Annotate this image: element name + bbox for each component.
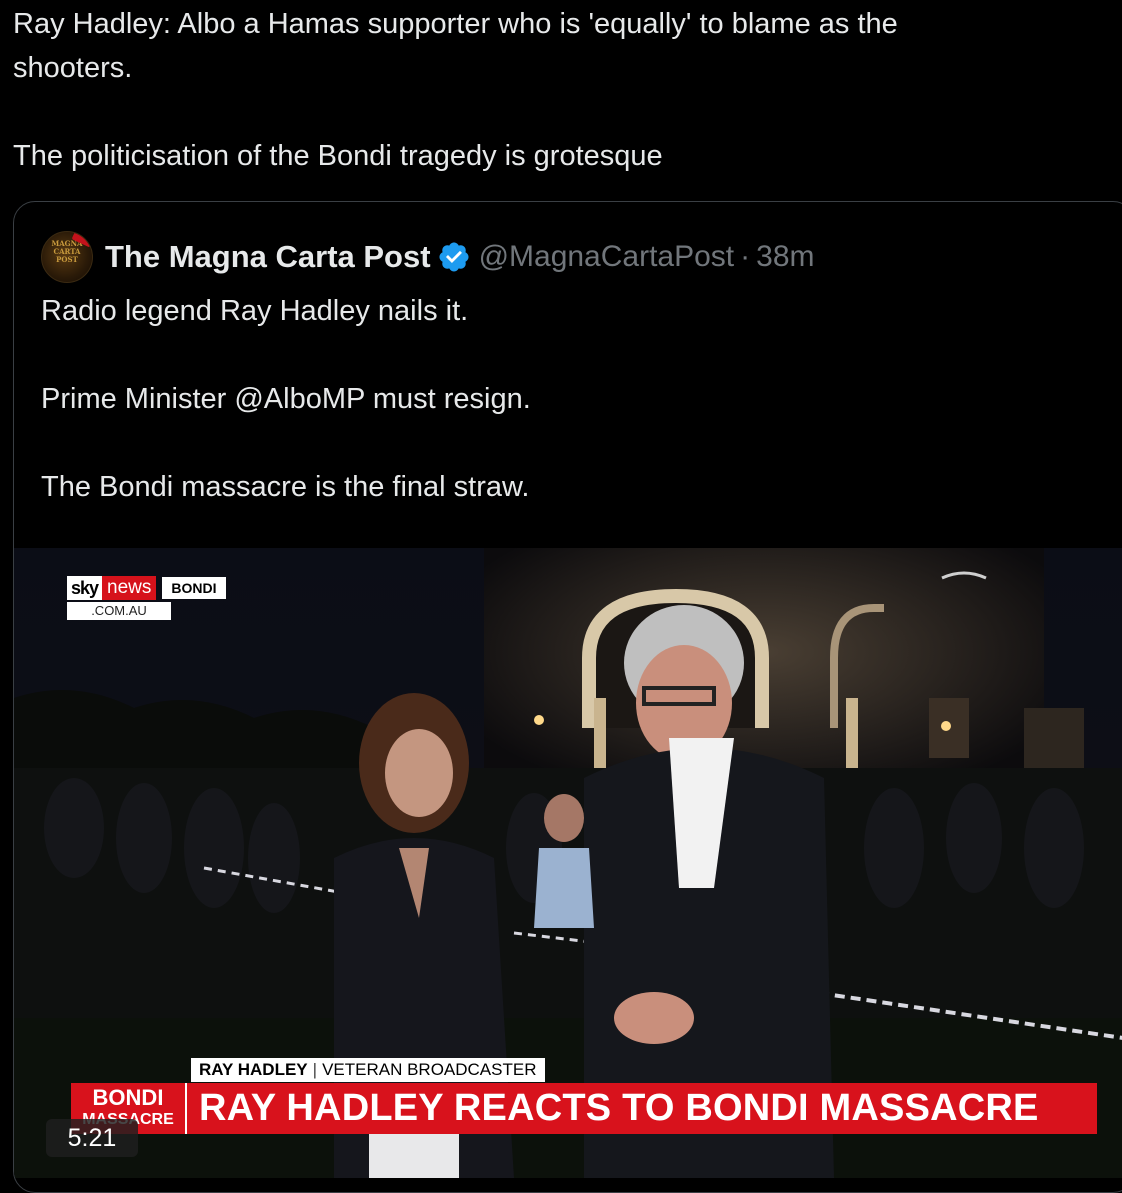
sky-news-logo: sky news BONDI .COM.AU [67,576,226,630]
speaker-name: RAY HADLEY [199,1060,308,1079]
quote-text-line: The Bondi massacre is the final straw. [41,471,530,503]
headline-text: RAY HADLEY REACTS TO BONDI MASSACRE [199,1087,1039,1129]
verified-badge-icon [439,242,469,272]
post-timestamp[interactable]: 38m [756,240,814,274]
meta-separator: · [740,240,751,273]
author-name[interactable]: The Magna Carta Post [105,239,431,275]
quote-text-line: Prime Minister @AlboMP must resign. [41,383,531,415]
name-plate: RAY HADLEY | VETERAN BROADCASTER [191,1058,545,1082]
video-duration: 5:21 [46,1119,138,1157]
author-handle[interactable]: @MagnaCartaPost [479,240,735,274]
speaker-title: VETERAN BROADCASTER [322,1060,537,1079]
video-player[interactable]: sky news BONDI .COM.AU RAY HADLEY | VETERA… [14,548,1122,1178]
post-text: Ray Hadley: Albo a Hamas supporter who i… [13,2,1103,178]
post-text-line: shooters. [13,52,133,84]
post-text-line: The politicisation of the Bondi tragedy … [13,140,663,172]
quoted-post-text: Radio legend Ray Hadley nails it. Prime … [41,289,1091,509]
brand-sky: sky [67,576,103,600]
avatar[interactable]: MAGNA CARTA POST [41,231,93,283]
location-tag: BONDI [162,577,226,599]
headline-bar: BONDI MASSACRE RAY HADLEY REACTS TO BOND… [71,1083,1097,1134]
brand-news: news [102,576,157,600]
quoted-post-card[interactable]: MAGNA CARTA POST The Magna Carta Post @M… [13,201,1122,1193]
avatar-seal: MAGNA CARTA POST [51,239,83,264]
quoted-post-header: MAGNA CARTA POST The Magna Carta Post @M… [41,231,815,283]
brand-domain: .COM.AU [67,602,171,620]
quote-text-line: Radio legend Ray Hadley nails it. [41,295,469,327]
post-text-line: Ray Hadley: Albo a Hamas supporter who i… [13,8,898,40]
